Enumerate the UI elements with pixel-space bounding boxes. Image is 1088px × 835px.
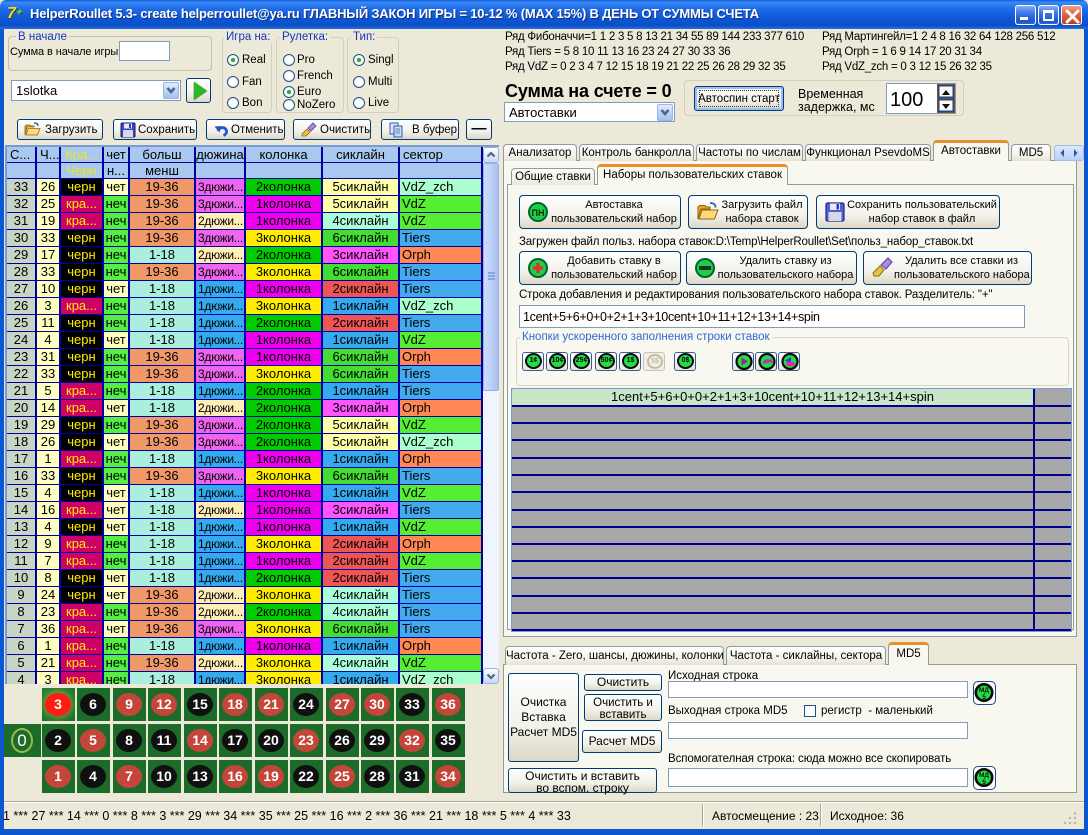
- svg-text:5: 5: [982, 694, 986, 701]
- svg-text:ПН: ПН: [532, 208, 545, 218]
- svg-text:МД: МД: [979, 772, 989, 779]
- svg-text:5: 5: [982, 779, 986, 786]
- svg-text:МД: МД: [979, 687, 989, 694]
